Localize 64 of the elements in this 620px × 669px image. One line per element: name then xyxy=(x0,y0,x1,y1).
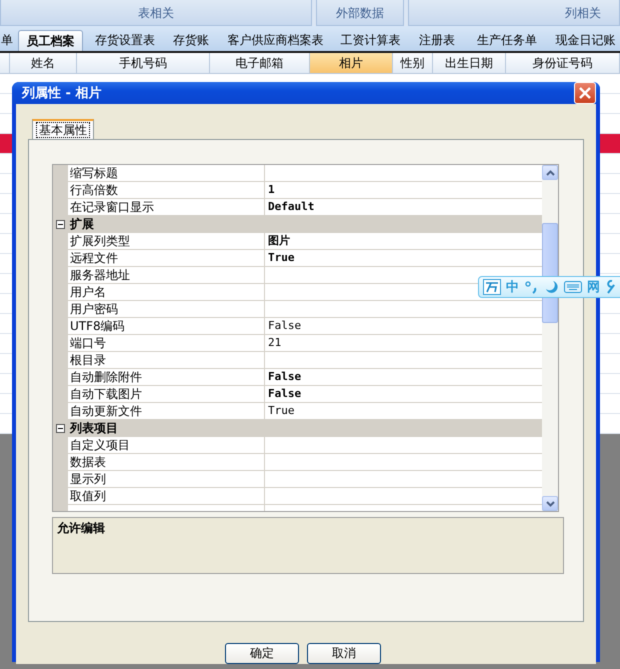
property-value[interactable]: 21 xyxy=(265,335,542,351)
property-name[interactable]: 在记录窗口显示 xyxy=(68,199,265,215)
ime-logo-icon[interactable] xyxy=(483,279,501,295)
property-value[interactable]: False xyxy=(265,386,542,402)
property-value[interactable]: 图片 xyxy=(265,233,542,249)
property-value[interactable]: True xyxy=(265,250,542,266)
moon-icon[interactable] xyxy=(545,280,559,294)
property-name[interactable]: 用户名 xyxy=(68,284,265,300)
description-text: 允许编辑 xyxy=(57,521,105,535)
property-name[interactable]: 自动下载图片 xyxy=(68,386,265,402)
chevron-up-icon xyxy=(546,170,554,176)
column-header[interactable]: 出生日期 xyxy=(433,53,506,73)
sheet-tab[interactable]: 存货账 xyxy=(166,30,216,51)
collapse-icon[interactable] xyxy=(56,220,65,228)
collapse-icon[interactable] xyxy=(56,424,65,432)
property-name[interactable]: 自定义项目 xyxy=(68,437,265,453)
column-header[interactable]: 姓名 xyxy=(10,53,77,73)
property-name[interactable]: 端口号 xyxy=(68,335,265,351)
property-name[interactable]: 缩写标题 xyxy=(68,165,265,181)
chevron-down-icon xyxy=(546,500,554,506)
column-header[interactable]: 手机号码 xyxy=(77,53,210,73)
property-name[interactable]: 自动删除附件 xyxy=(68,369,265,385)
property-name[interactable]: 远程文件 xyxy=(68,250,265,266)
close-button[interactable] xyxy=(574,82,596,104)
property-name[interactable]: UTF8编码 xyxy=(68,318,265,334)
sheet-tab[interactable]: 工资计算表 xyxy=(334,30,406,51)
category-label: 列表项目 xyxy=(68,420,118,436)
sheet-tab[interactable]: 客户供应商档案表 xyxy=(220,30,331,51)
property-name[interactable]: 用户密码 xyxy=(68,301,265,317)
scroll-down-button[interactable] xyxy=(542,496,558,511)
sheet-tab[interactable]: 员工档案 xyxy=(18,30,84,51)
property-value[interactable]: Default xyxy=(265,199,542,215)
column-header[interactable]: 相片 xyxy=(310,53,393,73)
dialog-button[interactable]: 取消 xyxy=(307,643,381,664)
property-value[interactable]: False xyxy=(265,318,542,334)
property-tab[interactable]: 基本属性 xyxy=(32,119,94,139)
property-name[interactable]: 取值列 xyxy=(68,488,265,504)
property-name[interactable]: 根目录 xyxy=(68,352,265,368)
sheet-tab[interactable]: 存货设置表 xyxy=(87,30,162,51)
close-icon xyxy=(578,86,592,100)
ribbon-group-label: 表相关 xyxy=(138,5,174,22)
sheet-tab[interactable]: 单 xyxy=(0,30,14,51)
sheet-tab[interactable]: 现金日记账 xyxy=(550,30,620,51)
property-name[interactable]: 显示列 xyxy=(68,471,265,487)
column-header[interactable]: 身份证号码 xyxy=(506,53,620,73)
property-value[interactable]: True xyxy=(265,403,542,419)
property-name[interactable]: 自动更新文件 xyxy=(68,403,265,419)
property-name[interactable]: 服务器地址 xyxy=(68,267,265,283)
property-name[interactable]: 扩展列类型 xyxy=(68,233,265,249)
ribbon-group-label: 外部数据 xyxy=(336,5,384,22)
scroll-up-button[interactable] xyxy=(542,165,558,180)
dialog-button[interactable]: 确定 xyxy=(225,643,299,664)
keyboard-icon[interactable] xyxy=(564,281,582,293)
property-name[interactable]: 行高倍数 xyxy=(68,182,265,198)
column-header[interactable]: 性别 xyxy=(393,53,433,73)
scrollbar[interactable] xyxy=(542,165,558,511)
ribbon-group-label: 列相关 xyxy=(565,5,601,22)
window-title: 列属性 - 相片 xyxy=(22,85,102,102)
sheet-tab[interactable]: 生产任务单 xyxy=(468,30,547,51)
property-value[interactable]: False xyxy=(265,369,542,385)
property-value[interactable]: 1 xyxy=(265,182,542,198)
category-label: 扩展 xyxy=(68,216,94,232)
property-name[interactable]: 数据表 xyxy=(68,454,265,470)
sheet-tab[interactable]: 注册表 xyxy=(410,30,464,51)
